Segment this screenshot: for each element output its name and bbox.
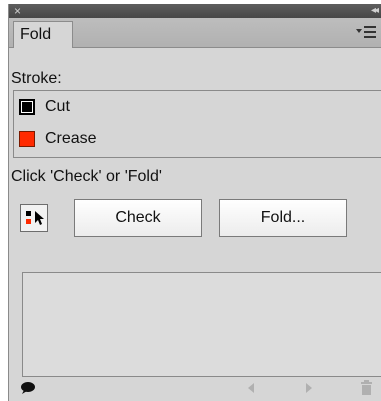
pointer-icon bbox=[35, 211, 44, 225]
panel-titlebar[interactable]: × ◂◂ bbox=[9, 4, 381, 18]
trash-icon[interactable] bbox=[360, 380, 373, 395]
next-icon[interactable] bbox=[306, 383, 312, 393]
close-icon[interactable]: × bbox=[14, 4, 21, 18]
fold-panel: × ◂◂ Fold Stroke: Cut Crease Click 'Chec… bbox=[8, 4, 381, 401]
stroke-list: Cut Crease bbox=[13, 90, 381, 158]
previous-icon[interactable] bbox=[248, 383, 254, 393]
stroke-item-label: Cut bbox=[45, 98, 70, 115]
speech-bubble-icon[interactable] bbox=[20, 381, 36, 395]
crease-swatch bbox=[19, 131, 35, 147]
stroke-item-label: Crease bbox=[45, 130, 97, 147]
stroke-label: Stroke: bbox=[11, 70, 62, 87]
stroke-item-crease[interactable]: Crease bbox=[14, 127, 381, 155]
stroke-item-cut[interactable]: Cut bbox=[14, 95, 381, 123]
select-stroke-button[interactable] bbox=[20, 204, 48, 232]
tab-fold[interactable]: Fold bbox=[13, 21, 73, 48]
check-button[interactable]: Check bbox=[74, 199, 202, 237]
output-area bbox=[22, 272, 381, 377]
instruction-text: Click 'Check' or 'Fold' bbox=[11, 168, 162, 185]
cut-swatch bbox=[19, 99, 35, 115]
panel-footer bbox=[9, 377, 381, 401]
tab-strip: Fold bbox=[9, 18, 381, 48]
panel-menu-icon[interactable] bbox=[356, 25, 378, 39]
fold-button[interactable]: Fold... bbox=[219, 199, 347, 237]
collapse-icon[interactable]: ◂◂ bbox=[371, 4, 379, 18]
